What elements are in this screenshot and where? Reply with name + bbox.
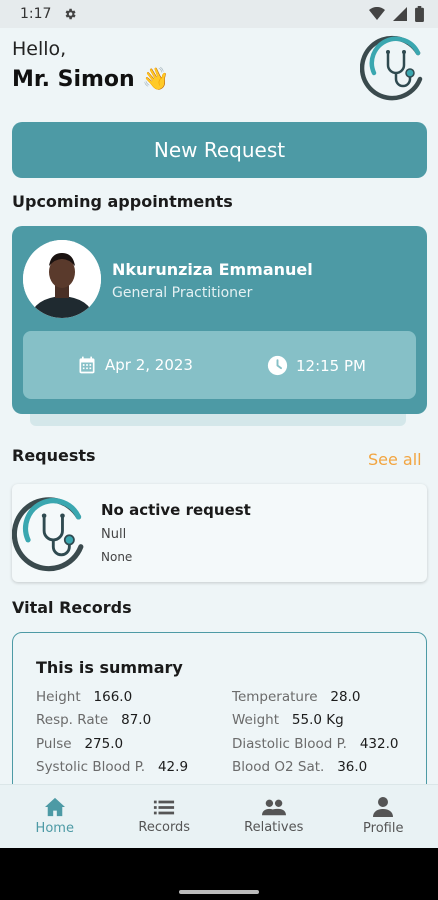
vital-label: Weight bbox=[232, 712, 280, 728]
vital-value: 42.9 bbox=[157, 759, 189, 775]
vital-label: Height bbox=[36, 689, 81, 705]
vital-label: Diastolic Blood P. bbox=[232, 736, 347, 752]
person-icon bbox=[373, 797, 394, 817]
stethoscope-logo-icon bbox=[12, 497, 84, 572]
stethoscope-logo-icon bbox=[360, 35, 423, 101]
appointment-time-text: 12:15 PM bbox=[296, 356, 366, 375]
vital-diastolic: Diastolic Blood P. 432.0 bbox=[232, 736, 398, 752]
nav-relatives-label: Relatives bbox=[244, 820, 304, 835]
clock-icon bbox=[267, 355, 288, 376]
requests-section-title: Requests bbox=[12, 446, 96, 465]
battery-icon bbox=[415, 6, 424, 22]
vital-height: Height 166.0 bbox=[36, 689, 132, 705]
vital-value: 275.0 bbox=[84, 736, 124, 752]
vital-label: Pulse bbox=[36, 736, 72, 752]
status-bar: 1:17 bbox=[0, 0, 438, 28]
bottom-navigation: Home Records Relatives Profile bbox=[0, 784, 438, 848]
appointment-card[interactable]: Nkurunziza Emmanuel General Practitioner… bbox=[12, 226, 427, 414]
doctor-role: General Practitioner bbox=[112, 285, 253, 301]
signal-icon bbox=[393, 7, 407, 21]
people-icon bbox=[261, 799, 286, 816]
vital-value: 55.0 Kg bbox=[291, 712, 344, 728]
appointment-date: Apr 2, 2023 bbox=[77, 355, 193, 375]
vital-resp-rate: Resp. Rate 87.0 bbox=[36, 712, 151, 728]
nav-home[interactable]: Home bbox=[0, 785, 110, 848]
wifi-icon bbox=[369, 7, 385, 20]
request-title: No active request bbox=[101, 501, 251, 519]
request-card[interactable]: No active request Null None bbox=[12, 484, 427, 582]
vital-weight: Weight 55.0 Kg bbox=[232, 712, 344, 728]
nav-records[interactable]: Records bbox=[110, 785, 220, 848]
nav-home-label: Home bbox=[35, 821, 74, 836]
appointment-time: 12:15 PM bbox=[267, 355, 366, 376]
vital-label: Blood O2 Sat. bbox=[232, 759, 325, 775]
vital-pulse: Pulse 275.0 bbox=[36, 736, 123, 752]
appointments-section-title: Upcoming appointments bbox=[12, 192, 233, 211]
doctor-avatar bbox=[23, 240, 101, 318]
see-all-link[interactable]: See all bbox=[368, 450, 422, 469]
vital-value: 432.0 bbox=[359, 736, 399, 752]
request-status: Null bbox=[101, 527, 127, 542]
vital-value: 87.0 bbox=[121, 712, 152, 728]
home-icon bbox=[44, 797, 65, 817]
nav-relatives[interactable]: Relatives bbox=[219, 785, 329, 848]
appointment-schedule: Apr 2, 2023 12:15 PM bbox=[23, 331, 416, 399]
system-navigation-bar bbox=[0, 848, 438, 900]
greeting-text: Hello, bbox=[12, 38, 67, 60]
calendar-icon bbox=[79, 356, 95, 374]
request-detail: None bbox=[101, 550, 133, 564]
vital-summary-title: This is summary bbox=[36, 658, 183, 677]
home-gesture-handle[interactable] bbox=[179, 890, 259, 894]
user-name: Mr. Simon 👋 bbox=[12, 67, 170, 92]
vital-temperature: Temperature 28.0 bbox=[232, 689, 360, 705]
vital-records-section-title: Vital Records bbox=[12, 598, 132, 617]
vital-blood-o2: Blood O2 Sat. 36.0 bbox=[232, 759, 367, 775]
vital-value: 166.0 bbox=[93, 689, 133, 705]
status-time: 1:17 bbox=[20, 6, 52, 22]
doctor-name: Nkurunziza Emmanuel bbox=[112, 260, 313, 279]
vital-systolic: Systolic Blood P. 42.9 bbox=[36, 759, 188, 775]
vital-label: Systolic Blood P. bbox=[36, 759, 146, 775]
doctor-photo-icon bbox=[23, 240, 101, 318]
nav-profile[interactable]: Profile bbox=[329, 785, 438, 848]
settings-gear-icon bbox=[66, 8, 77, 20]
appointment-date-text: Apr 2, 2023 bbox=[105, 356, 193, 374]
vital-value: 28.0 bbox=[330, 689, 361, 705]
nav-profile-label: Profile bbox=[363, 821, 404, 836]
vital-value: 36.0 bbox=[337, 759, 368, 775]
nav-records-label: Records bbox=[138, 820, 191, 835]
vital-label: Resp. Rate bbox=[36, 712, 109, 728]
list-icon bbox=[154, 800, 175, 815]
new-request-button[interactable]: New Request bbox=[12, 122, 427, 178]
vital-label: Temperature bbox=[232, 689, 318, 705]
